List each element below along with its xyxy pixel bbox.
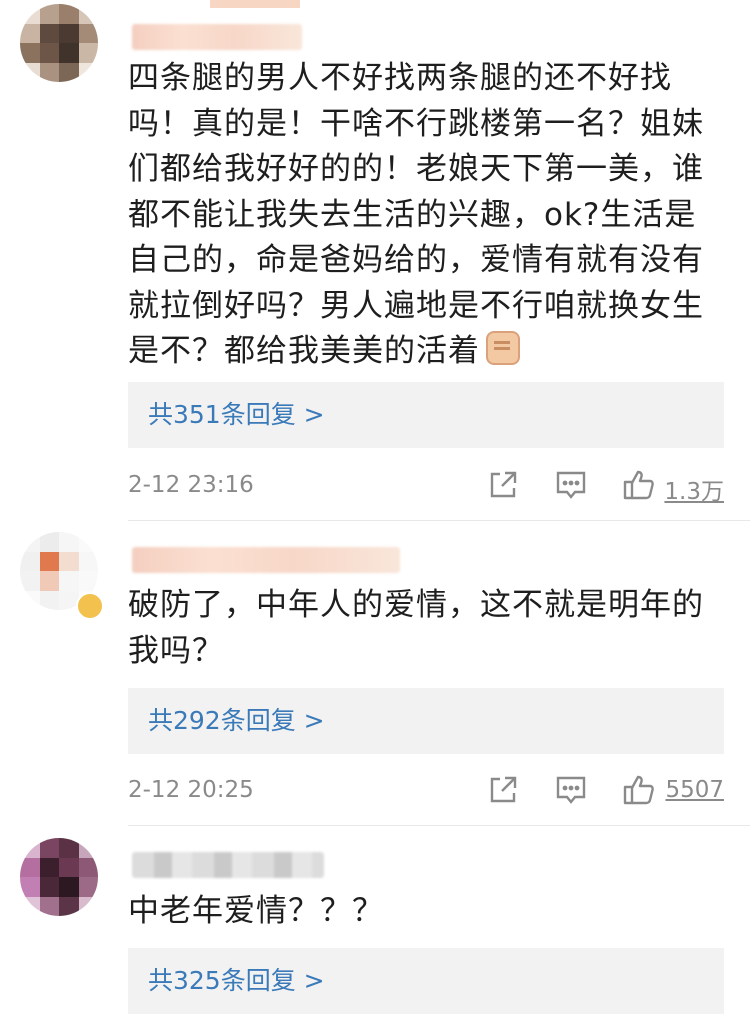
username-blurred[interactable]	[132, 852, 324, 878]
comment-icon[interactable]	[554, 773, 588, 807]
divider	[128, 520, 750, 521]
comment-meta: 2-12 23:16 1.3万	[128, 468, 724, 508]
username-blurred[interactable]	[132, 547, 400, 573]
username-blurred[interactable]	[132, 24, 302, 50]
comment-text: 四条腿的男人不好找两条腿的还不好找吗！真的是！干啥不行跳楼第一名？姐妹们都给我好…	[128, 60, 704, 369]
share-icon[interactable]	[486, 468, 520, 502]
share-icon[interactable]	[486, 773, 520, 807]
thumbs-up-icon[interactable]	[622, 773, 656, 807]
comment-meta: 2-12 20:25 5507	[128, 773, 724, 813]
timestamp: 2-12 20:25	[128, 777, 254, 803]
view-replies-button[interactable]: 共292条回复 >	[128, 688, 724, 754]
like-count[interactable]: 1.3万	[664, 472, 724, 506]
like-count[interactable]: 5507	[665, 777, 724, 803]
cropped-top-edge	[0, 0, 750, 8]
thumbs-up-icon[interactable]	[622, 468, 656, 502]
view-replies-button[interactable]: 共351条回复 >	[128, 382, 724, 448]
comment-text: 破防了，中年人的爱情，这不就是明年的我吗？	[128, 587, 704, 669]
comment-text: 中老年爱情？？？	[128, 893, 384, 929]
divider	[128, 825, 750, 826]
verified-badge-icon	[76, 592, 104, 620]
timestamp: 2-12 23:16	[128, 472, 254, 498]
avatar[interactable]	[20, 838, 98, 916]
avatar[interactable]	[20, 4, 98, 82]
fist-emoji-icon	[486, 331, 520, 365]
comment-icon[interactable]	[554, 468, 588, 502]
view-replies-button[interactable]: 共325条回复 >	[128, 948, 724, 1014]
